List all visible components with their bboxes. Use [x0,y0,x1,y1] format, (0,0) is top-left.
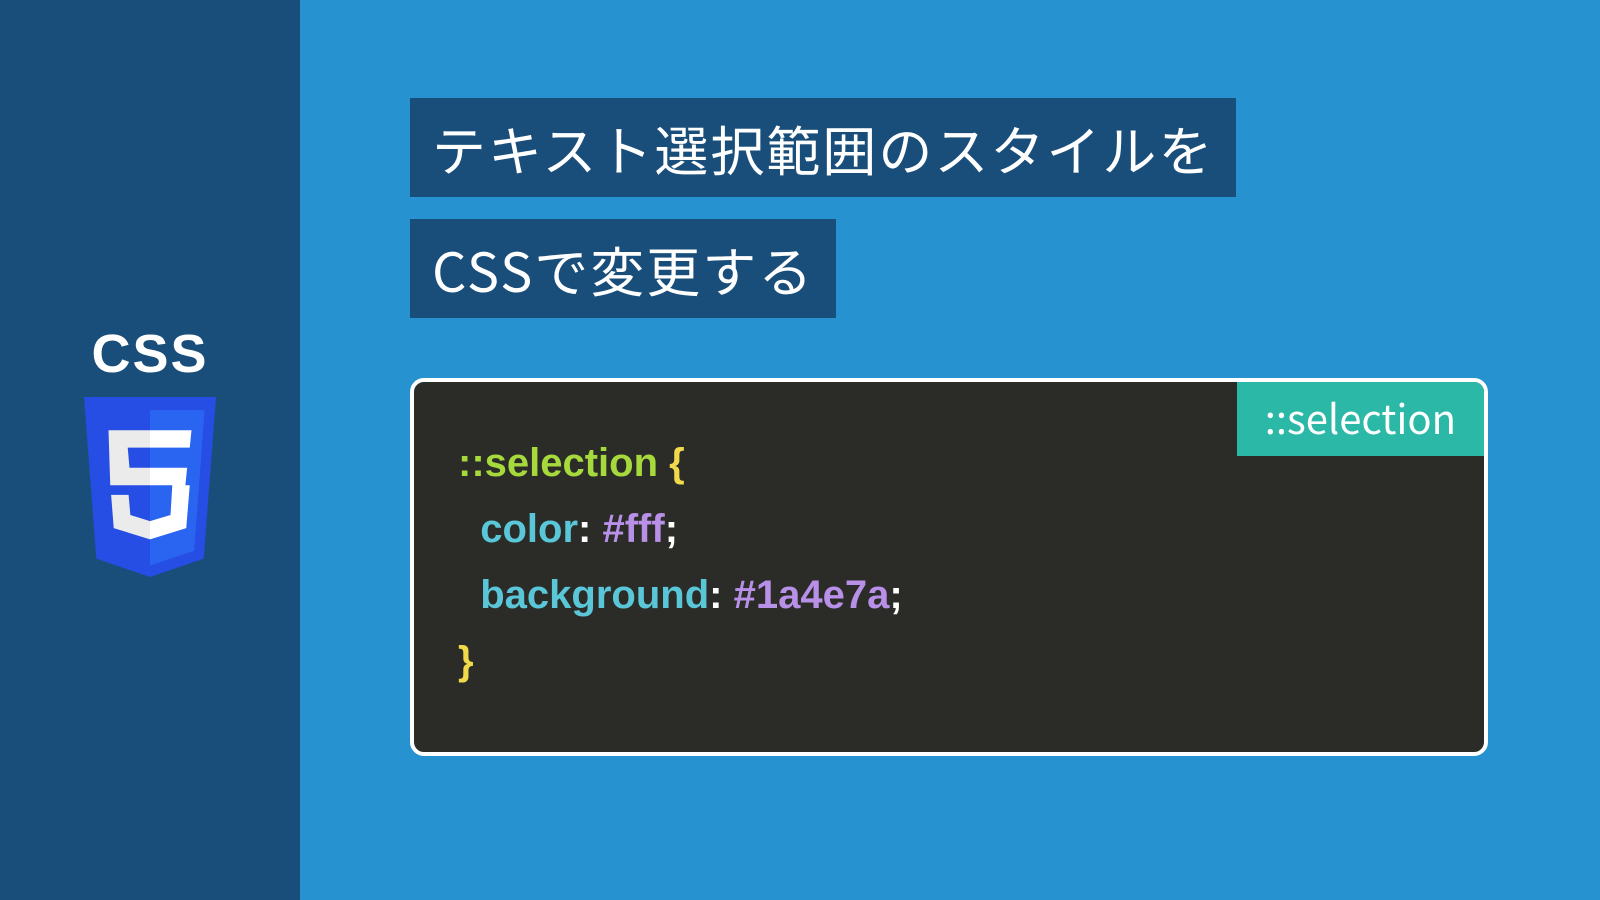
sidebar: CSS [0,0,300,900]
property-token: background [480,573,709,617]
colon-token: : [578,507,591,551]
close-brace-token: } [458,639,474,683]
open-brace-token: { [658,441,685,485]
css3-shield-icon [70,397,230,577]
value-token: #1a4e7a [734,573,890,617]
semicolon-token: ; [665,507,678,551]
value-token: #fff [602,507,664,551]
code-badge: ::selection [1237,382,1484,456]
colon-token: : [709,573,722,617]
code-line-rule-1: background: #1a4e7a; [458,562,1440,628]
semicolon-token: ; [889,573,902,617]
main-content: テキスト選択範囲のスタイルを CSSで変更する ::selection ::se… [300,0,1600,900]
selector-token: ::selection [458,441,658,485]
code-line-rule-0: color: #fff; [458,496,1440,562]
property-token: color [480,507,578,551]
code-block: ::selection ::selection { color: #fff; b… [410,378,1488,756]
code-content: ::selection { color: #fff; background: #… [458,430,1440,694]
css-text-label: CSS [91,323,208,385]
title-line-2: CSSで変更する [410,219,836,318]
code-line-close: } [458,628,1440,694]
title-line-1: テキスト選択範囲のスタイルを [410,98,1236,197]
